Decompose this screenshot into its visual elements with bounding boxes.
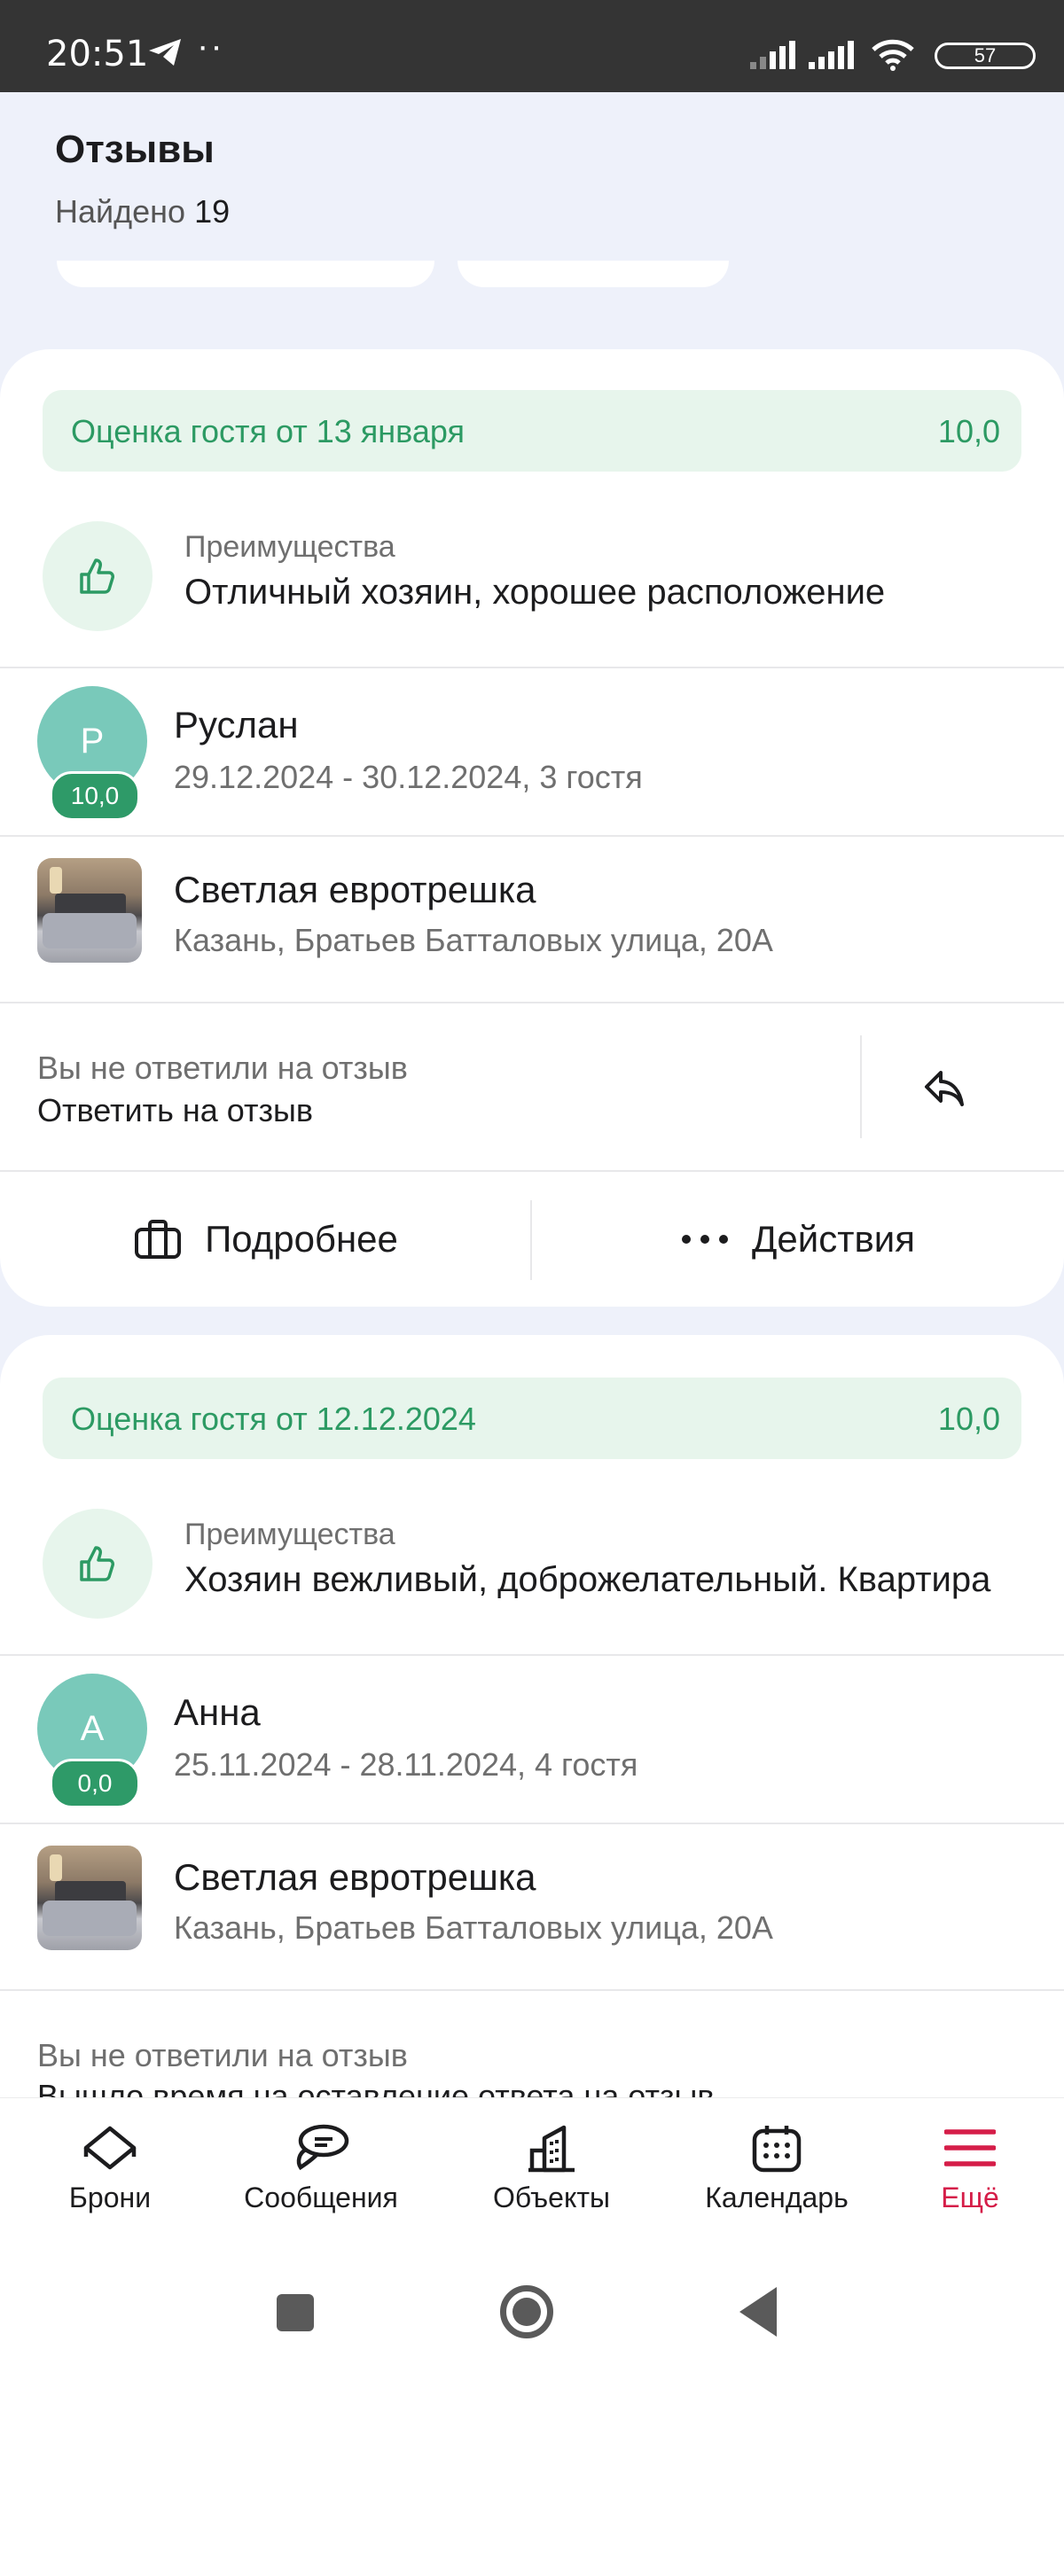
chat-icon [232, 2119, 410, 2176]
divider-vertical [860, 1035, 862, 1138]
review-card: Оценка гостя от 13 января 10,0 Преимущес… [0, 349, 1064, 1307]
divider [0, 1002, 1064, 1003]
system-navigation-bar [0, 2230, 1064, 2364]
reply-status: Вы не ответили на отзыв [37, 2037, 408, 2073]
nav-item-more[interactable]: Ещё [881, 2119, 1059, 2214]
nav-item-messages[interactable]: Сообщения [232, 2119, 410, 2214]
status-bar: 20:51 ·· 57 [0, 0, 1064, 92]
guest-score-badge: 0,0 [50, 1759, 140, 1808]
nav-label: Объекты [493, 2182, 610, 2213]
nav-item-objects[interactable]: Объекты [463, 2119, 640, 2214]
signal-icon-2 [809, 41, 857, 74]
divider [0, 835, 1064, 837]
results-count-value: 19 [194, 193, 231, 230]
page-header: Отзывы Найдено 19 [0, 92, 1064, 349]
property-thumbnail[interactable] [37, 1846, 142, 1950]
thumbs-up-icon [43, 521, 153, 631]
stay-dates: 29.12.2024 - 30.12.2024, 3 гостя [174, 759, 643, 795]
home-button[interactable] [500, 2285, 553, 2338]
signal-icon [750, 41, 798, 74]
divider [0, 1170, 1064, 1172]
more-icon [681, 1235, 728, 1244]
reply-link[interactable]: Ответить на отзыв [37, 1092, 313, 1129]
page-title: Отзывы [55, 128, 215, 171]
property-name[interactable]: Светлая евротрешка [174, 1856, 536, 1899]
rating-label: Оценка гостя от 13 января [71, 413, 466, 449]
reply-button[interactable] [887, 1044, 1002, 1133]
details-button[interactable]: Подробнее [0, 1186, 532, 1292]
stay-dates: 25.11.2024 - 28.11.2024, 4 гостя [174, 1746, 638, 1783]
property-address: Казань, Братьев Батталовых улица, 20А [174, 1909, 773, 1946]
results-count-label: Найдено [55, 193, 186, 230]
actions-button[interactable]: Действия [532, 1186, 1064, 1292]
status-time: 20:51 [46, 34, 149, 74]
details-label: Подробнее [205, 1218, 398, 1260]
filter-chip-2[interactable] [458, 261, 729, 287]
guest-name[interactable]: Руслан [174, 704, 299, 746]
recent-apps-button[interactable] [277, 2294, 314, 2331]
reply-icon [925, 1071, 964, 1106]
results-count: Найдено 19 [55, 193, 230, 230]
buildings-icon [463, 2119, 640, 2176]
nav-item-calendar[interactable]: Календарь [688, 2119, 865, 2214]
nav-label: Сообщения [244, 2182, 398, 2213]
guest-score-badge: 10,0 [50, 771, 140, 821]
nav-label: Ещё [941, 2182, 999, 2213]
property-address: Казань, Братьев Батталовых улица, 20А [174, 922, 773, 958]
divider [0, 1654, 1064, 1656]
briefcase-icon [135, 1220, 182, 1259]
nav-label: Календарь [705, 2182, 849, 2213]
house-icon [21, 2119, 199, 2176]
telegram-icon [147, 37, 183, 72]
calendar-icon [688, 2119, 865, 2176]
rating-label: Оценка гостя от 12.12.2024 [71, 1401, 476, 1437]
advantages-text: Хозяин вежливый, доброжелательный. Кварт… [184, 1560, 991, 1599]
reply-status: Вы не ответили на отзыв [37, 1050, 408, 1086]
rating-value: 10,0 [937, 1401, 1000, 1437]
rating-bar: Оценка гостя от 12.12.2024 10,0 [43, 1378, 1021, 1459]
divider [0, 667, 1064, 668]
wifi-icon [871, 39, 915, 75]
advantages-label: Преимущества [184, 530, 395, 564]
filter-chip[interactable] [57, 261, 434, 287]
advantages-label: Преимущества [184, 1518, 395, 1551]
divider [0, 1823, 1064, 1824]
nav-item-bookings[interactable]: Брони [21, 2119, 199, 2214]
status-dots: ·· [197, 27, 224, 66]
thumbs-up-icon [43, 1509, 153, 1619]
rating-value: 10,0 [937, 413, 1000, 449]
divider [0, 1989, 1064, 1991]
advantages-text: Отличный хозяин, хорошее расположение [184, 573, 886, 612]
back-button[interactable] [739, 2287, 777, 2337]
battery-icon: 57 [935, 43, 1036, 69]
actions-label: Действия [751, 1218, 916, 1260]
review-card: Оценка гостя от 12.12.2024 10,0 Преимуще… [0, 1335, 1064, 2576]
nav-label: Брони [68, 2182, 152, 2213]
menu-icon [881, 2119, 1059, 2176]
bottom-navigation: Брони Сообщения Объекты Календарь Ещё [0, 2097, 1064, 2231]
property-name[interactable]: Светлая евротрешка [174, 869, 536, 911]
property-thumbnail[interactable] [37, 858, 142, 963]
guest-name[interactable]: Анна [174, 1691, 261, 1734]
rating-bar: Оценка гостя от 13 января 10,0 [43, 390, 1021, 472]
